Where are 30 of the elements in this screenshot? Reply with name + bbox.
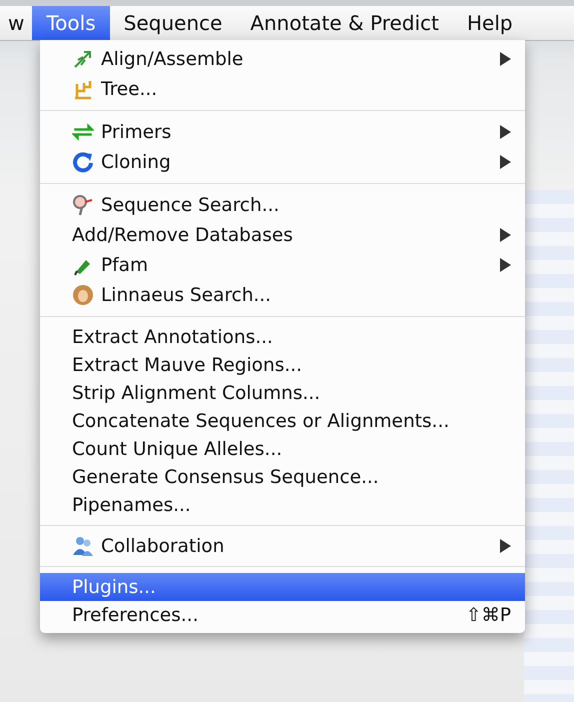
menu-item[interactable]: Concatenate Sequences or Alignments... [40,407,525,435]
menu-item[interactable]: Generate Consensus Sequence... [40,463,525,491]
magnifier-icon [72,194,94,216]
arrows-icon [72,121,94,143]
menu-item[interactable]: Primers [40,117,525,147]
menu-item[interactable]: Tree... [40,74,525,104]
menu-item[interactable]: Plugins... [40,573,525,601]
menu-item[interactable]: Extract Mauve Regions... [40,351,525,379]
menu-item[interactable]: Add/Remove Databases [40,220,525,250]
menu-bar-item[interactable]: Help [453,6,527,40]
people-icon [72,535,94,557]
menu-bar-item[interactable]: Tools [32,6,110,40]
menu-item[interactable]: Extract Annotations... [40,323,525,351]
menu-item[interactable]: Align/Assemble [40,44,525,74]
tree-icon [72,78,94,100]
menu-bar-item[interactable]: Sequence [110,6,236,40]
menu-item[interactable]: Preferences... ⇧⌘P [40,601,525,629]
person-icon [72,284,94,306]
menu-item[interactable]: Linnaeus Search... [40,280,525,310]
menu-item[interactable]: Sequence Search... [40,190,525,220]
menu-item[interactable]: Strip Alignment Columns... [40,379,525,407]
arrow-icon [72,48,94,70]
menu-item[interactable]: Pipenames... [40,491,525,519]
menu-bar-item[interactable]: w [0,6,32,40]
menu-item[interactable]: Collaboration [40,532,525,560]
menu-item[interactable]: Count Unique Alleles... [40,435,525,463]
menu-bar-item[interactable]: Annotate & Predict [236,6,454,40]
refresh-icon [72,151,94,173]
menu-item[interactable]: Pfam [40,250,525,280]
menu-item[interactable]: Cloning [40,147,525,177]
